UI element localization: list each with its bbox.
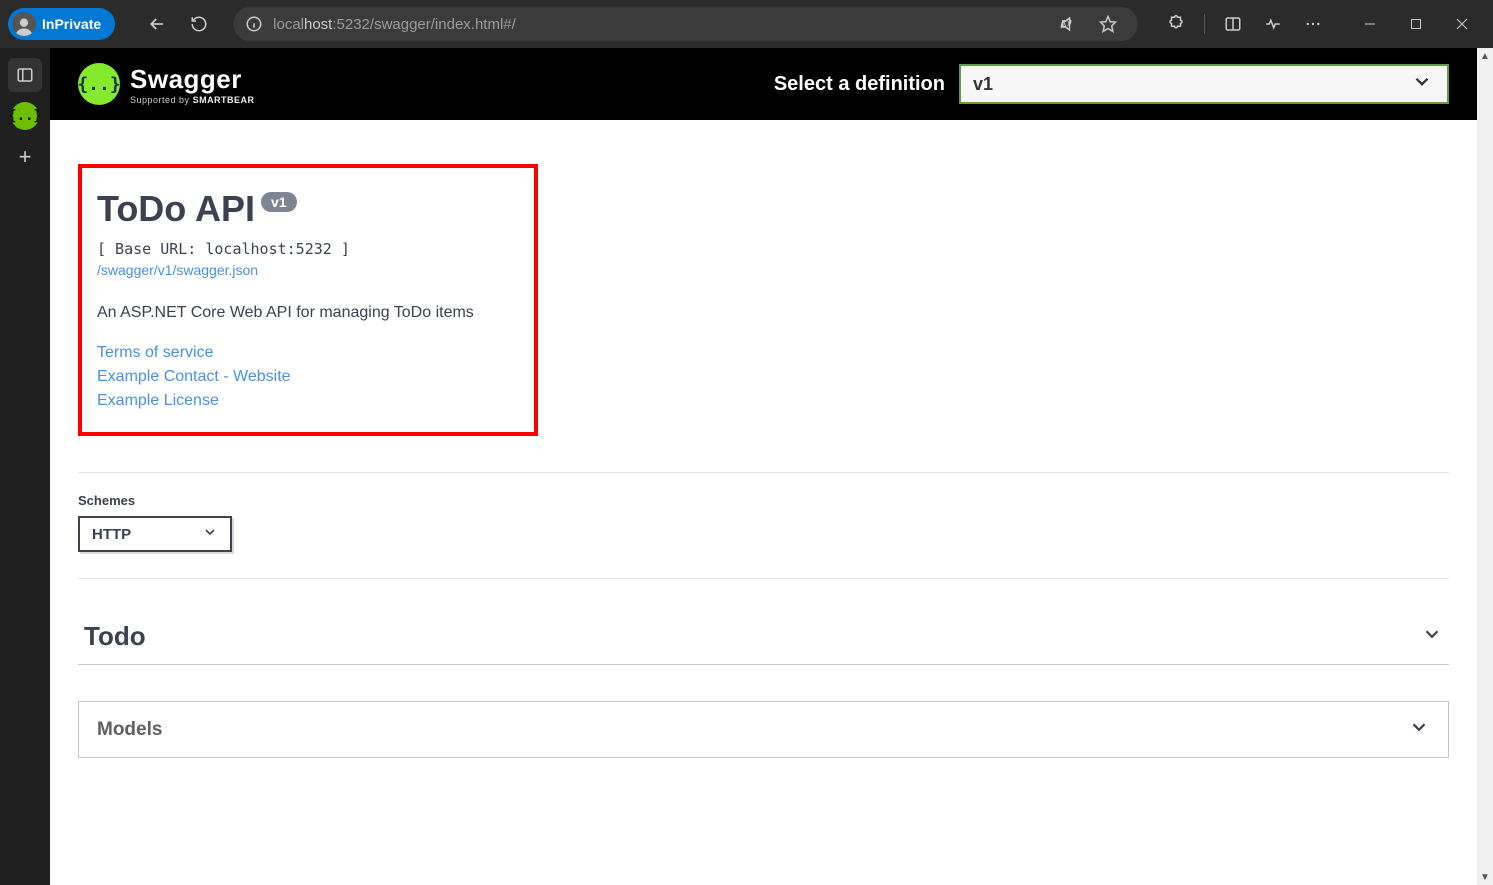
profile-label: InPrivate [42,16,101,32]
more-menu-icon[interactable] [1295,6,1331,42]
swagger-brand: Swagger [130,64,255,95]
site-info-icon[interactable] [245,15,263,33]
svg-text:A⁾: A⁾ [1061,21,1070,32]
license-link[interactable]: Example License [97,392,519,410]
maximize-button[interactable] [1393,4,1439,44]
refresh-button[interactable] [181,6,217,42]
avatar-icon [12,12,36,36]
definition-select[interactable]: v1 [959,64,1449,104]
browser-window: InPrivate localhost:5232/swagger/index.h… [0,0,1493,885]
minimize-button[interactable] [1347,4,1393,44]
schemes-select[interactable]: HTTP [78,516,232,552]
browser-titlebar: InPrivate localhost:5232/swagger/index.h… [0,0,1493,48]
tab-swagger[interactable]: {..} [11,102,39,130]
swagger-logo-icon: {..} [78,63,120,105]
tag-section-todo: Todo [78,578,1449,665]
definition-label: Select a definition [774,73,945,96]
api-info-box: ToDo API v1 [ Base URL: localhost:5232 ]… [78,164,538,436]
window-controls [1347,4,1485,44]
tag-name: Todo [84,621,146,652]
swagger-supported-by: Supported by SMARTBEAR [130,95,255,105]
close-button[interactable] [1439,4,1485,44]
toolbar-right [1158,6,1331,42]
models-section: Models [78,701,1449,758]
extensions-icon[interactable] [1158,6,1194,42]
definition-selector-area: Select a definition v1 [774,64,1449,104]
schemes-label: Schemes [78,493,1449,508]
tag-header-todo[interactable]: Todo [78,609,1449,665]
nav-buttons [139,6,217,42]
api-title: ToDo API v1 [97,188,519,230]
page-scroll[interactable]: {..} Swagger Supported by SMARTBEAR Sele… [50,48,1477,885]
api-description: An ASP.NET Core Web API for managing ToD… [97,304,519,322]
swagger-content: ToDo API v1 [ Base URL: localhost:5232 ]… [50,120,1477,818]
api-info-links: Terms of service Example Contact - Websi… [97,344,519,410]
models-title: Models [97,719,162,741]
definition-selected: v1 [973,74,993,95]
chevron-down-icon [1411,71,1433,98]
favorites-hub-icon[interactable] [1255,6,1291,42]
tab-actions-button[interactable] [8,58,42,92]
api-spec-link[interactable]: /swagger/v1/swagger.json [97,262,519,278]
contact-link[interactable]: Example Contact - Website [97,368,519,386]
chevron-down-icon [1421,623,1443,650]
api-base-url: [ Base URL: localhost:5232 ] [97,240,519,258]
swagger-logo: {..} Swagger Supported by SMARTBEAR [78,63,255,105]
api-version-badge: v1 [261,192,297,212]
schemes-selected: HTTP [92,526,131,543]
page-content: {..} Swagger Supported by SMARTBEAR Sele… [50,48,1493,885]
chevron-down-icon [202,524,218,544]
split-screen-icon[interactable] [1215,6,1251,42]
chevron-down-icon [1408,716,1430,743]
terms-of-service-link[interactable]: Terms of service [97,344,519,362]
scroll-down-icon[interactable]: ▼ [1477,869,1493,885]
vertical-tabs: {..} + [0,48,50,885]
swagger-topbar: {..} Swagger Supported by SMARTBEAR Sele… [50,48,1477,120]
address-bar[interactable]: localhost:5232/swagger/index.html#/ A⁾ [233,7,1138,41]
favorite-icon[interactable] [1090,6,1126,42]
scrollbar[interactable]: ▲ ▼ [1477,48,1493,885]
scroll-up-icon[interactable]: ▲ [1477,48,1493,64]
url-text: localhost:5232/swagger/index.html#/ [273,16,516,33]
separator [1204,14,1205,34]
models-header[interactable]: Models [78,701,1449,758]
main-row: {..} + {..} Swagger Supported by SMARTBE… [0,48,1493,885]
new-tab-button[interactable]: + [8,140,42,174]
schemes-section: Schemes HTTP [78,472,1449,578]
back-button[interactable] [139,6,175,42]
read-aloud-icon[interactable]: A⁾ [1050,6,1086,42]
profile-badge[interactable]: InPrivate [8,8,115,40]
